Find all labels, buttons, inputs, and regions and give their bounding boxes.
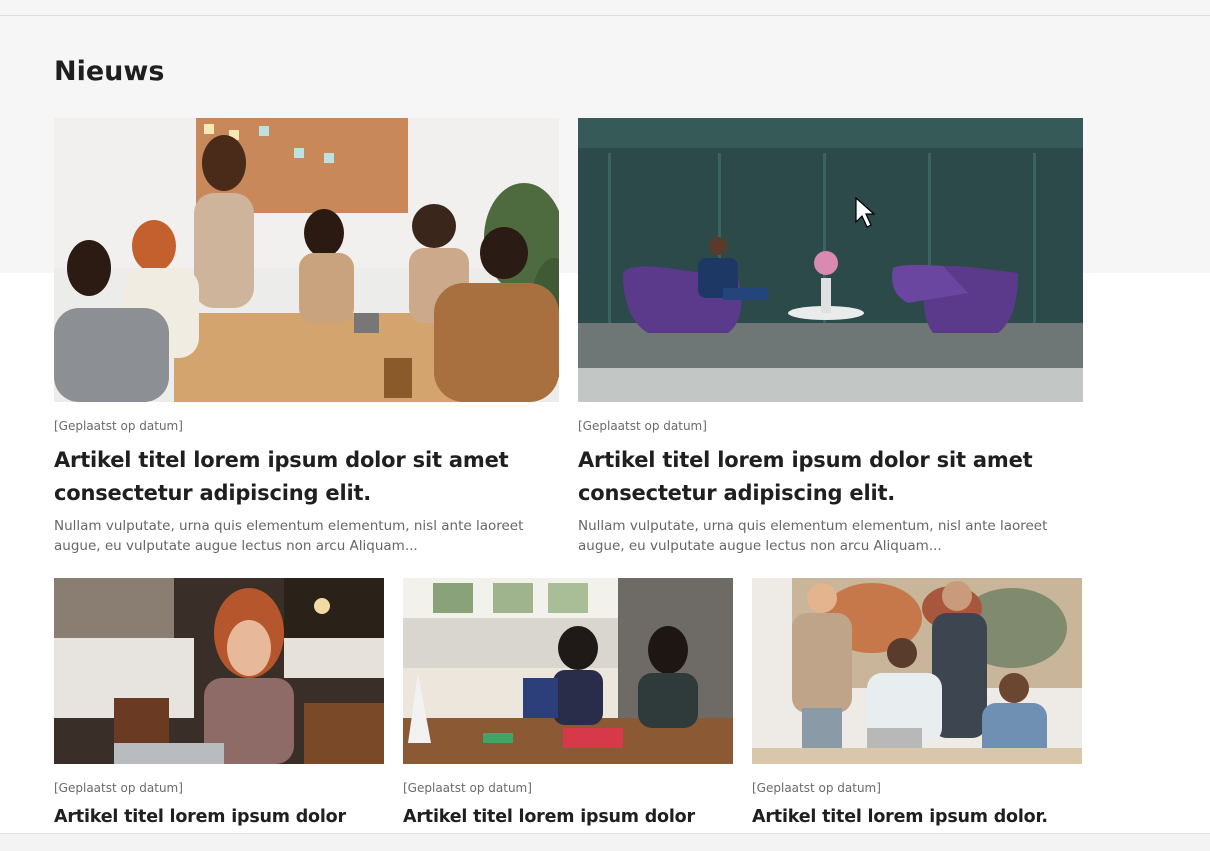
cafe-photo <box>54 578 384 764</box>
news-card-2[interactable]: [Geplaatst op datum] Artikel titel lorem… <box>403 578 733 829</box>
header-divider <box>0 15 1210 16</box>
news-card-date: [Geplaatst op datum] <box>752 781 881 795</box>
news-card-image[interactable] <box>403 578 733 764</box>
meeting-photo <box>54 118 559 402</box>
news-card-date: [Geplaatst op datum] <box>54 781 183 795</box>
news-card-3[interactable]: [Geplaatst op datum] Artikel titel lorem… <box>752 578 1082 829</box>
news-card-image[interactable] <box>578 118 1083 402</box>
news-card-title[interactable]: Artikel titel lorem ipsum dolor <box>54 805 384 829</box>
news-card-title[interactable]: Artikel titel lorem ipsum dolor sit amet… <box>578 444 1083 510</box>
news-card-excerpt: Nullam vulputate, urna quis elementum el… <box>578 518 1048 554</box>
bottom-scroll-edge <box>0 833 1210 851</box>
news-card-featured-2[interactable]: [Geplaatst op datum] Artikel titel lorem… <box>578 118 1083 556</box>
news-card-featured-1[interactable]: [Geplaatst op datum] Artikel titel lorem… <box>54 118 559 556</box>
news-card-date: [Geplaatst op datum] <box>578 419 707 433</box>
news-card-title[interactable]: Artikel titel lorem ipsum dolor sit amet… <box>54 444 559 510</box>
lobby-photo <box>578 118 1083 402</box>
section-title: Nieuws <box>54 56 165 87</box>
news-card-image[interactable] <box>54 118 559 402</box>
news-card-1[interactable]: [Geplaatst op datum] Artikel titel lorem… <box>54 578 384 829</box>
news-card-date: [Geplaatst op datum] <box>54 419 183 433</box>
news-card-excerpt: Nullam vulputate, urna quis elementum el… <box>54 518 524 554</box>
news-card-date: [Geplaatst op datum] <box>403 781 532 795</box>
team-laptop-photo <box>752 578 1082 764</box>
news-card-title[interactable]: Artikel titel lorem ipsum dolor <box>403 805 733 829</box>
news-card-image[interactable] <box>54 578 384 764</box>
news-card-image[interactable] <box>752 578 1082 764</box>
news-card-title[interactable]: Artikel titel lorem ipsum dolor. <box>752 805 1082 829</box>
kitchen-photo <box>403 578 733 764</box>
